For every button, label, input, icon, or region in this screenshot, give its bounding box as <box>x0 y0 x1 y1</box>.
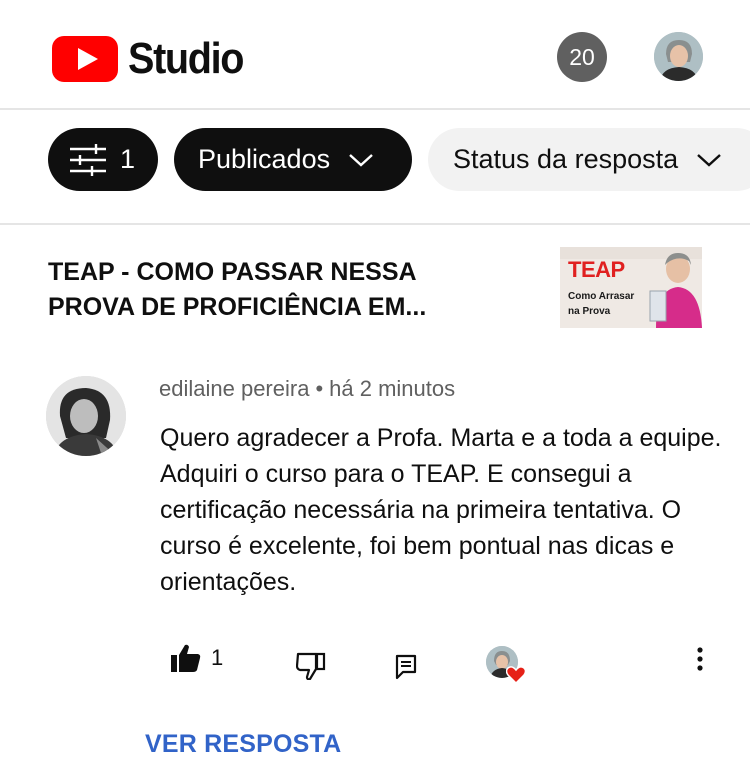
comment-meta: edilaine pereira • há 2 minutos <box>159 376 455 402</box>
commenter-avatar[interactable] <box>46 376 126 456</box>
comment-text: Quero agradecer a Profa. Marta e a toda … <box>160 424 722 596</box>
notification-badge[interactable]: 20 <box>557 32 607 82</box>
filter-bar: 1 Publicados Status da resposta <box>0 112 750 225</box>
meta-separator: • <box>315 376 324 401</box>
account-avatar[interactable] <box>654 32 703 81</box>
commenter-avatar-image <box>46 376 126 456</box>
comment-author[interactable]: edilaine pereira <box>159 376 309 401</box>
published-dropdown[interactable]: Publicados <box>174 128 412 191</box>
more-options-button[interactable] <box>690 646 710 674</box>
view-reply-link[interactable]: VER RESPOSTA <box>145 730 341 759</box>
reply-status-dropdown[interactable]: Status da resposta <box>428 128 750 191</box>
comment-time: há 2 minutos <box>329 376 456 401</box>
reply-icon <box>395 654 417 680</box>
youtube-play-icon <box>52 36 118 82</box>
filter-button[interactable]: 1 <box>48 128 158 191</box>
thumbs-up-icon <box>171 644 201 672</box>
like-button[interactable]: 1 <box>171 644 223 672</box>
app-header: Studio 20 <box>0 0 750 110</box>
comment-actions: 1 <box>0 640 750 690</box>
thumbs-down-icon <box>296 652 326 680</box>
chevron-down-icon <box>349 153 373 167</box>
filter-count: 1 <box>120 144 136 174</box>
studio-logo[interactable]: Studio <box>52 34 256 84</box>
video-title[interactable]: TEAP - COMO PASSAR NESSA PROVA DE PROFIC… <box>48 255 488 325</box>
dislike-button[interactable] <box>296 652 326 680</box>
sliders-icon <box>70 143 106 176</box>
brand-name: Studio <box>128 34 244 83</box>
reply-button[interactable] <box>395 654 417 680</box>
creator-heart[interactable] <box>486 646 526 686</box>
chevron-down-icon <box>697 153 721 167</box>
thumbnail-subtitle: Como Arrasar na Prova <box>568 291 635 317</box>
published-label: Publicados <box>198 144 331 174</box>
reply-status-label: Status da resposta <box>453 144 679 174</box>
account-avatar-image <box>654 32 703 81</box>
heart-icon <box>506 666 526 684</box>
video-thumbnail[interactable]: TEAP Como Arrasar na Prova <box>560 247 702 328</box>
more-vert-icon <box>697 647 703 671</box>
thumbnail-title: TEAP <box>568 257 625 282</box>
like-count: 1 <box>211 645 224 670</box>
